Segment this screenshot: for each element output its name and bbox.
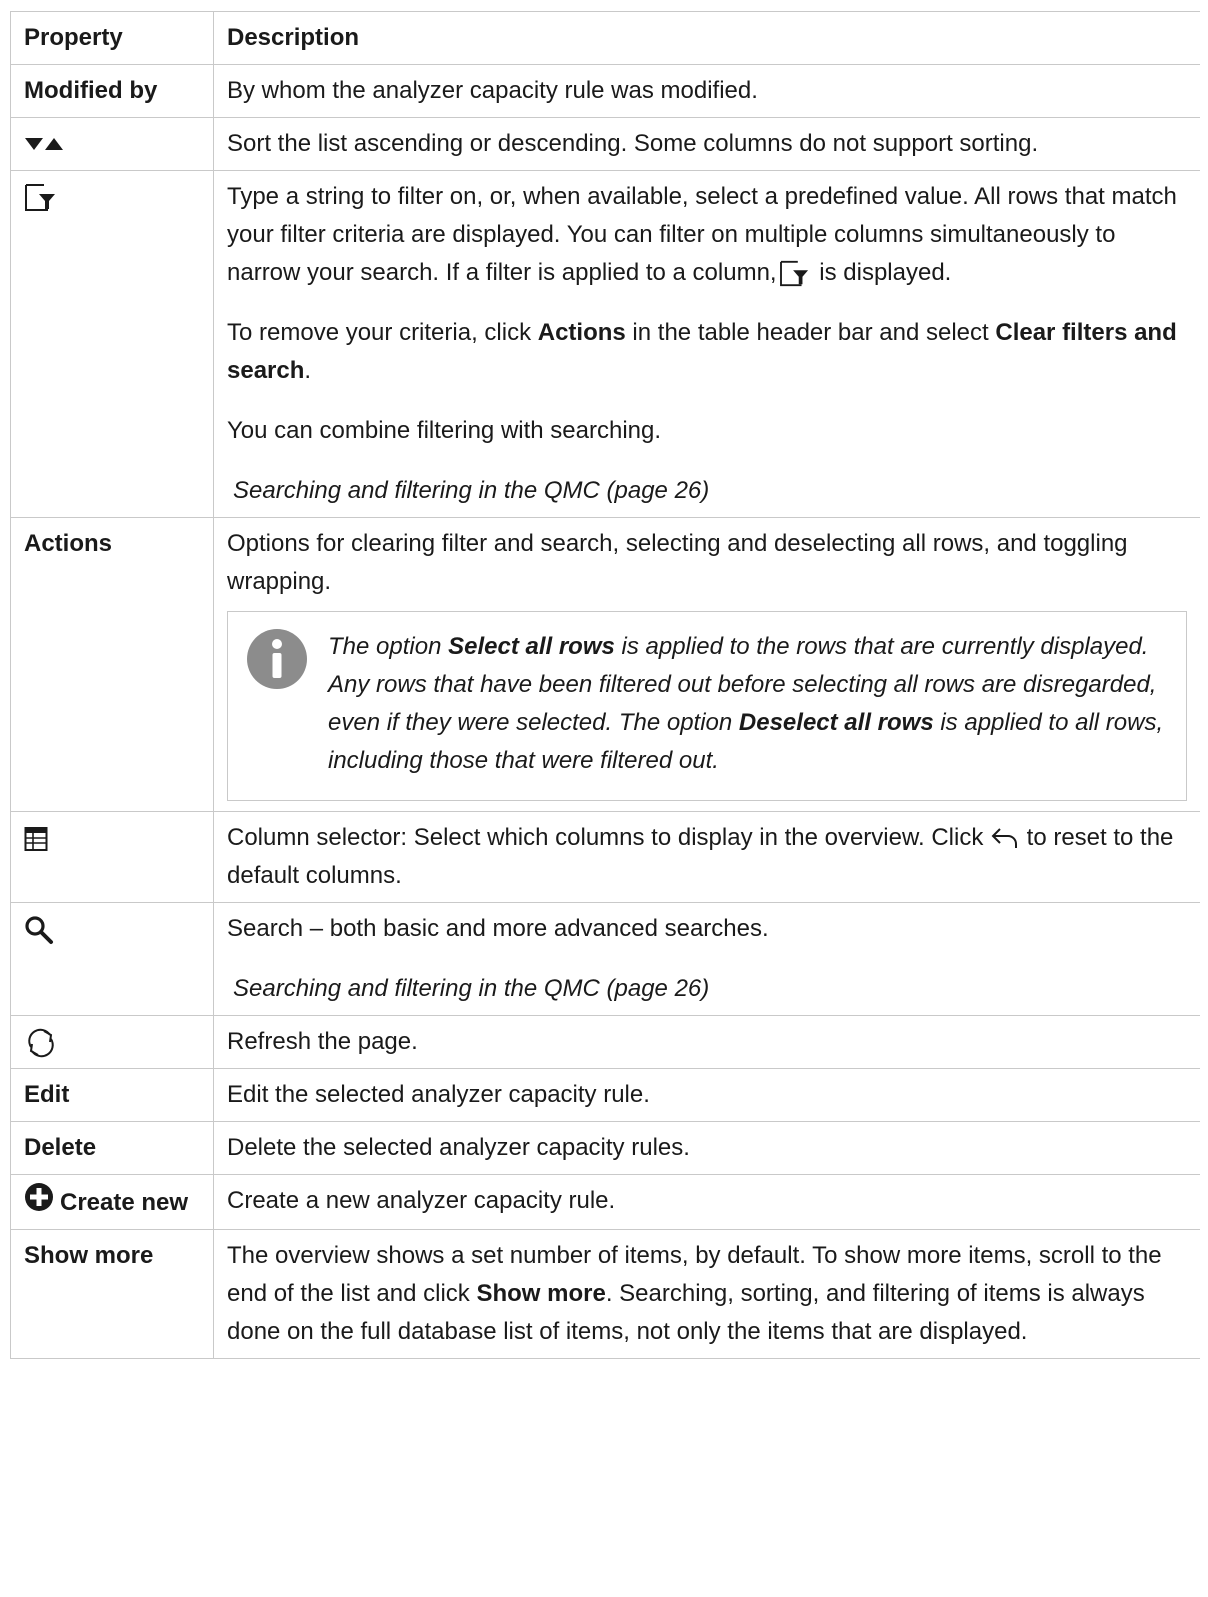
create-new-label: Create new [60,1189,189,1216]
property-cell [10,1015,214,1069]
searching-filtering-link[interactable]: Searching and filtering in the QMC (page… [227,970,1187,1008]
table-row: Sort the list ascending or descending. S… [10,117,1200,171]
property-cell [10,117,214,171]
actions-keyword: Actions [537,319,626,346]
plus-circle-icon [25,1183,53,1211]
property-column-header: Property [10,11,214,65]
property-table: Property Description Modified by By whom… [10,11,1200,1359]
search-icon [25,916,53,944]
column-selector-icon [24,826,48,851]
table-row: Modified by By whom the analyzer capacit… [10,64,1200,118]
table-row: Column selector: Select which columns to… [10,811,1200,903]
note-text: The option Select all rows is applied to… [328,628,1166,780]
header-row: Property Description [10,11,1200,65]
filter-text-before: Type a string to filter on, or, when ava… [227,183,1177,286]
property-cell: Modified by [10,64,214,118]
filter-paragraph-1: Type a string to filter on, or, when ava… [227,178,1187,292]
table-row: Actions Options for clearing filter and … [10,517,1200,812]
deselect-all-rows-keyword: Deselect all rows [738,709,934,736]
filter-paragraph-3: You can combine filtering with searching… [227,417,662,444]
text-span: . [304,357,312,384]
description-cell: Column selector: Select which columns to… [213,811,1200,903]
search-description: Search – both basic and more advanced se… [227,915,769,942]
property-cell: Delete [10,1121,214,1175]
property-cell: Edit [10,1068,214,1122]
text-span: in the table header bar and select [625,319,996,346]
text-span: Column selector: Select which columns to… [227,824,990,851]
description-cell: By whom the analyzer capacity rule was m… [213,64,1200,118]
undo-arrow-icon [991,827,1017,848]
property-cell [10,170,214,518]
text-span: To remove your criteria, click [227,319,538,346]
select-all-rows-keyword: Select all rows [448,633,615,660]
property-cell [10,811,214,903]
property-cell [10,902,214,1016]
description-cell: Refresh the page. [213,1015,1200,1069]
text-span: The option [328,633,449,660]
description-cell: Delete the selected analyzer capacity ru… [213,1121,1200,1175]
sort-arrows-icon [25,137,63,150]
description-cell: Options for clearing filter and search, … [213,517,1200,812]
description-cell: Search – both basic and more advanced se… [213,902,1200,1016]
description-cell: Edit the selected analyzer capacity rule… [213,1068,1200,1122]
description-column-header: Description [213,11,1200,65]
table-row: Type a string to filter on, or, when ava… [10,170,1200,518]
table-row: Edit Edit the selected analyzer capacity… [10,1068,1200,1122]
refresh-icon [28,1028,54,1057]
table-row: Create new Create a new analyzer capacit… [10,1174,1200,1230]
filter-paragraph-2: To remove your criteria, click Actions i… [227,314,1187,390]
table-row: Show more The overview shows a set numbe… [10,1229,1200,1359]
description-cell: Type a string to filter on, or, when ava… [213,170,1200,518]
info-note: The option Select all rows is applied to… [227,611,1187,801]
property-cell: Create new [10,1174,214,1230]
filter-text-after: is displayed. [812,259,952,286]
info-icon [246,628,308,780]
description-cell: Sort the list ascending or descending. S… [213,117,1200,171]
table-row: Refresh the page. [10,1015,1200,1069]
property-cell: Actions [10,517,214,812]
description-cell: Create a new analyzer capacity rule. [213,1174,1200,1230]
filter-icon [25,183,55,211]
table-row: Delete Delete the selected analyzer capa… [10,1121,1200,1175]
searching-filtering-link[interactable]: Searching and filtering in the QMC (page… [227,472,1187,510]
filter-icon [779,260,808,286]
show-more-keyword: Show more [476,1280,606,1307]
actions-description: Options for clearing filter and search, … [227,530,1128,595]
table-row: Search – both basic and more advanced se… [10,902,1200,1016]
property-cell: Show more [10,1229,214,1359]
description-cell: The overview shows a set number of items… [213,1229,1200,1359]
